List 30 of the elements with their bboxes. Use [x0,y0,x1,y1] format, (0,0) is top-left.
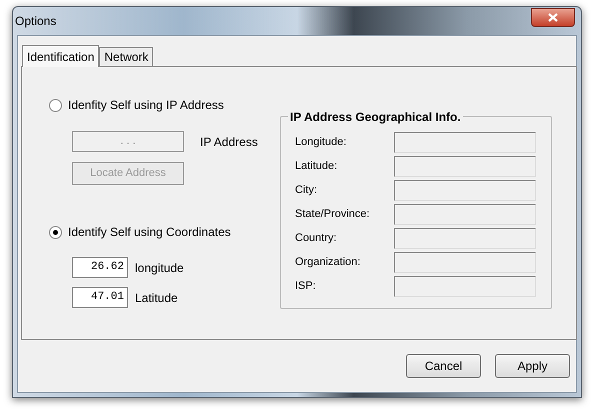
close-button[interactable] [531,8,575,26]
tab[interactable]: Network [99,47,154,66]
coordinate-field[interactable]: 26.62 [72,257,128,278]
radio-label: Idenfity Self using IP Address [68,97,224,114]
dialog-button[interactable]: Apply [495,354,570,378]
window-title: Options [15,13,56,30]
field-label: Organization: [295,255,362,270]
info-field[interactable] [394,156,536,177]
radio-label: Identify Self using Coordinates [68,224,231,241]
radio-button[interactable] [49,226,62,238]
info-field[interactable] [394,252,536,273]
info-field[interactable] [394,228,536,249]
field-label: Latitude [135,290,178,306]
info-field[interactable] [394,180,536,201]
dialog-button[interactable]: Cancel [406,354,481,378]
field-label: ISP: [295,279,317,294]
field-label: Longitude: [295,135,348,150]
info-field[interactable] [394,276,536,297]
field-label: longitude [135,260,184,276]
close-icon [548,12,558,22]
radio-button[interactable] [49,98,62,112]
info-field[interactable] [394,132,536,153]
field-label: State/Province: [295,207,371,222]
coordinate-field[interactable]: 47.01 [72,287,128,308]
tab[interactable]: Identification [22,45,100,67]
field-label: IP Address [200,134,258,150]
info-field[interactable] [394,204,536,225]
field-label: Latitude: [295,159,338,174]
field-label: Country: [295,231,338,246]
field-label: City: [295,183,318,198]
